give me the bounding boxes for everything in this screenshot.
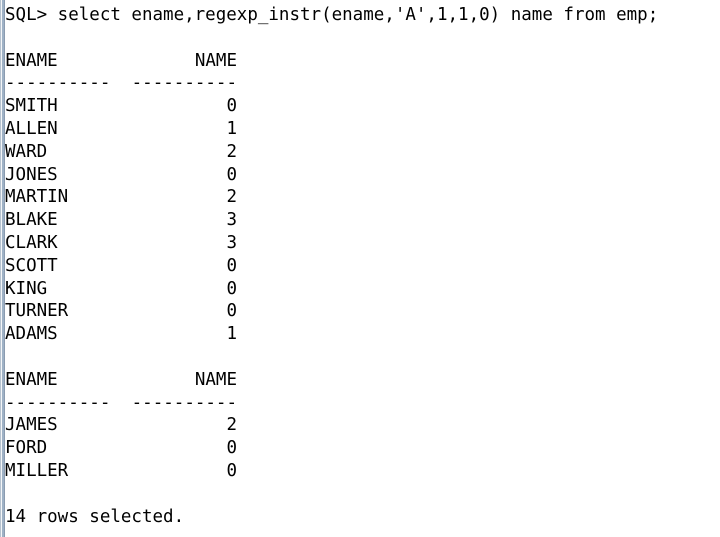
cell-ename: ADAMS bbox=[5, 324, 58, 345]
column-header-name: NAME bbox=[194, 369, 237, 390]
cell-name: 3 bbox=[226, 210, 237, 231]
table-row: BLAKE 3 bbox=[5, 209, 720, 232]
cell-name: 2 bbox=[226, 415, 237, 436]
sqlplus-terminal: SQL> select ename,regexp_instr(ename,'A'… bbox=[0, 0, 720, 537]
cell-ename: SCOTT bbox=[5, 255, 58, 276]
cell-ename: MILLER bbox=[5, 460, 69, 481]
separator-ename: ---------- bbox=[5, 392, 111, 413]
cell-name: 0 bbox=[226, 460, 237, 481]
table-row: FORD 0 bbox=[5, 437, 720, 460]
table-row: ALLEN 1 bbox=[5, 118, 720, 141]
scrollbar-thumb[interactable] bbox=[2, 0, 4, 537]
cell-ename: ALLEN bbox=[5, 118, 58, 139]
cell-ename: SMITH bbox=[5, 96, 58, 117]
table-row: WARD 2 bbox=[5, 141, 720, 164]
result-header-1: ENAME NAME bbox=[5, 50, 720, 73]
result-header-2: ENAME NAME bbox=[5, 369, 720, 392]
table-row: CLARK 3 bbox=[5, 232, 720, 255]
cell-ename: MARTIN bbox=[5, 187, 69, 208]
result-rows-2: JAMES 2 FORD 0 MILLER 0 bbox=[5, 414, 720, 482]
table-row: KING 0 bbox=[5, 278, 720, 301]
cell-ename: WARD bbox=[5, 141, 48, 162]
column-header-ename: ENAME bbox=[5, 369, 58, 390]
table-row: JAMES 2 bbox=[5, 414, 720, 437]
cell-name: 0 bbox=[226, 255, 237, 276]
separator-name: ---------- bbox=[131, 73, 237, 94]
cell-name: 2 bbox=[226, 187, 237, 208]
table-row: MARTIN 2 bbox=[5, 186, 720, 209]
cell-name: 0 bbox=[226, 438, 237, 459]
result-separator-1: ---------- ---------- bbox=[5, 72, 720, 95]
cell-name: 2 bbox=[226, 141, 237, 162]
table-row: MILLER 0 bbox=[5, 460, 720, 483]
cell-name: 0 bbox=[226, 164, 237, 185]
table-row: TURNER 0 bbox=[5, 300, 720, 323]
cell-name: 1 bbox=[226, 118, 237, 139]
sql-command-line: SQL> select ename,regexp_instr(ename,'A'… bbox=[5, 5, 659, 25]
rows-selected-status: 14 rows selected. bbox=[5, 506, 185, 527]
table-row: SMITH 0 bbox=[5, 95, 720, 118]
table-row: SCOTT 0 bbox=[5, 255, 720, 278]
result-rows-1: SMITH 0 ALLEN 1 WARD 2 JONES 0 MARTIN 2 BLAKE 3 CLAR… bbox=[5, 95, 720, 346]
cell-name: 0 bbox=[226, 301, 237, 322]
cell-name: 0 bbox=[226, 96, 237, 117]
cell-ename: FORD bbox=[5, 438, 48, 459]
cell-ename: JAMES bbox=[5, 415, 58, 436]
cell-ename: CLARK bbox=[5, 232, 58, 253]
column-header-name: NAME bbox=[194, 50, 237, 71]
cell-name: 0 bbox=[226, 278, 237, 299]
separator-ename: ---------- bbox=[5, 73, 111, 94]
separator-name: ---------- bbox=[131, 392, 237, 413]
column-header-ename: ENAME bbox=[5, 50, 58, 71]
cell-ename: JONES bbox=[5, 164, 58, 185]
cell-name: 1 bbox=[226, 324, 237, 345]
result-separator-2: ---------- ---------- bbox=[5, 392, 720, 415]
table-row: JONES 0 bbox=[5, 164, 720, 187]
cell-name: 3 bbox=[226, 232, 237, 253]
cell-ename: BLAKE bbox=[5, 210, 58, 231]
cell-ename: TURNER bbox=[5, 301, 69, 322]
table-row: ADAMS 1 bbox=[5, 323, 720, 346]
terminal-output-area[interactable]: SQL> select ename,regexp_instr(ename,'A'… bbox=[5, 0, 720, 537]
cell-ename: KING bbox=[5, 278, 48, 299]
